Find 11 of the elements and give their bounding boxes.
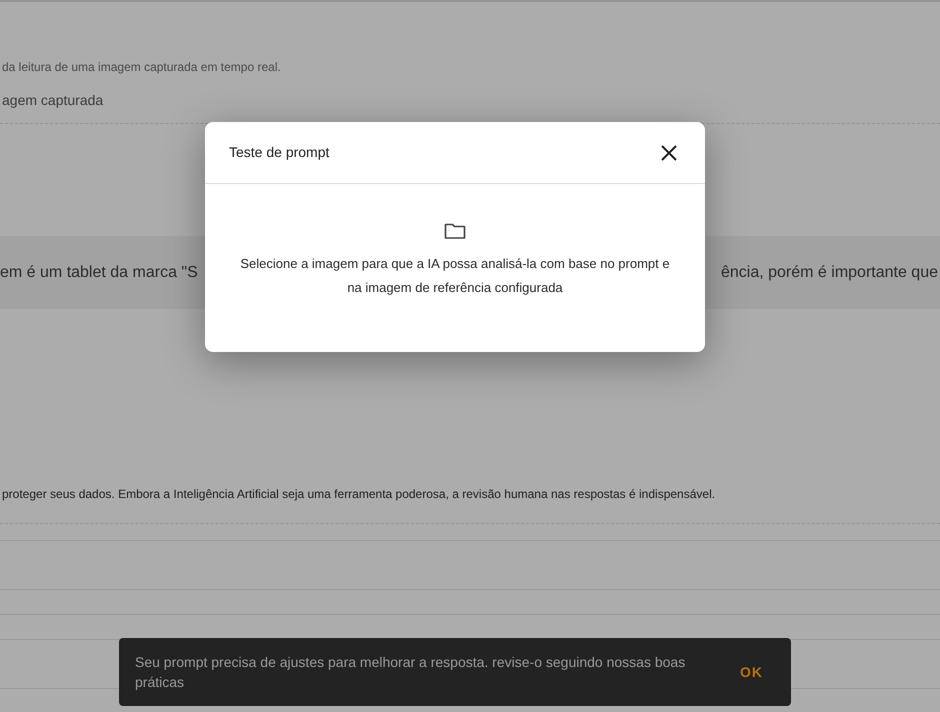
dialog-message: Selecione a imagem para que a IA possa analisá-la com base no prompt e na imagem de referência configurada [239, 255, 671, 297]
example-text: em é um tablet da marca "S [0, 262, 198, 282]
ok-button[interactable]: OK [740, 662, 763, 682]
folder-icon [444, 222, 466, 240]
example-text: ência, porém é importante que [720, 262, 939, 282]
snackbar-message: Seu prompt precisa de ajustes para melhorar a resposta. revise-o seguindo nossas boas práticas [135, 653, 686, 692]
close-icon [660, 144, 678, 162]
dialog-title: Teste de prompt [229, 143, 330, 162]
description-text: da leitura de uma imagem capturada em tempo real. [1, 59, 282, 76]
notice-text: proteger seus dados. Embora a Inteligência Artificial seja uma ferramenta poderosa, a revisão humana nas respostas é indispensável. [1, 486, 716, 503]
section-label: agem capturada [1, 91, 104, 110]
